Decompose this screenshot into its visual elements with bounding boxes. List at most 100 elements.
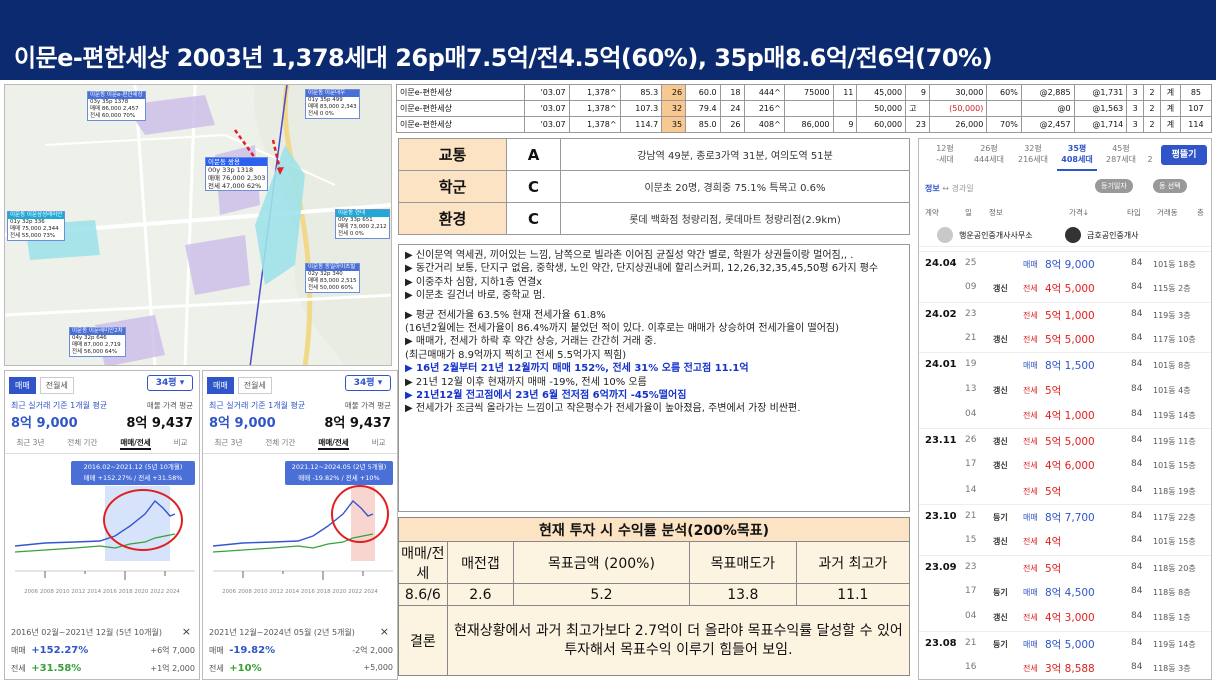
transaction-day: 26 (965, 435, 977, 446)
tab-compare[interactable]: 비교 (174, 437, 188, 450)
note-line: ▶ 이중주차 심함, 지하1층 연결x (405, 276, 543, 288)
transaction-row[interactable]: 23.08 21 등기 매매 8억 5,000 84 119동 14층 (919, 630, 1211, 655)
data-table-cell: @1,714 (1073, 116, 1128, 133)
tab-all-period[interactable]: 전체 기간 (67, 437, 97, 450)
transaction-type: 매매 (1023, 361, 1038, 371)
transaction-row[interactable]: 17 등기 매매 8억 4,500 84 118동 8층 (919, 580, 1211, 604)
transaction-day: 23 (965, 308, 977, 319)
note-line-highlight: ▶ 16년 2월부터 21년 12월까지 매매 152%, 전세 31% 오름 … (405, 363, 749, 375)
transaction-price: 8억 5,000 (1045, 638, 1095, 651)
size-tab[interactable]: 32평 216세대 (1013, 143, 1053, 171)
data-table-cell: 45,000 (856, 84, 907, 101)
tab-sale-rent[interactable]: 매매/전세 (120, 437, 151, 450)
area-map[interactable]: 이문동 이문e-편한세상 03y 35p 1378 매매 86,000 2,45… (4, 84, 392, 366)
tab-compare[interactable]: 비교 (372, 437, 386, 450)
map-label-raemian[interactable]: 이문동 이문삼성래미안 01y 32p 336 매매 75,000 2,344 … (7, 211, 66, 241)
transaction-type: 전세 (1023, 537, 1038, 547)
transaction-area: 84 (1131, 535, 1143, 546)
analysis-value: 2.6 (446, 583, 515, 606)
transaction-row[interactable]: 04 갱신 전세 4억 3,000 84 118동 1층 (919, 605, 1211, 629)
size-tab[interactable]: 12평 -세대 (925, 143, 965, 171)
size-tab[interactable]: 26평 444세대 (969, 143, 1009, 171)
transaction-floor: 101동 15층 (1153, 537, 1196, 547)
map-label-hyundai[interactable]: 이문동 현대 00y 33p 651 매매 73,000 2,212 전세 0 … (335, 209, 390, 239)
range-text: 2016년 02월~2021년 12월 (5년 10개월) (11, 628, 162, 637)
transaction-row[interactable]: 23.11 26 갱신 전세 5억 5,000 84 119동 11층 (919, 428, 1211, 452)
pyeong-button[interactable]: 평뜰기 (1161, 145, 1207, 165)
transaction-row[interactable]: 16 전세 3억 8,588 84 118동 3층 (919, 656, 1211, 679)
transaction-type: 매매 (1023, 639, 1038, 649)
transaction-row[interactable]: 04 전세 4억 1,000 84 119동 14층 (919, 403, 1211, 427)
transaction-area: 84 (1131, 511, 1143, 521)
transaction-row[interactable]: 21 갱신 전세 5억 5,000 84 117동 10층 (919, 327, 1211, 351)
transaction-row[interactable]: 15 갱신 전세 4억 84 101동 15층 (919, 529, 1211, 553)
conclusion-text: 현재상황에서 과거 최고가보다 2.7억이 더 올라야 목표수익률 달성할 수 … (446, 605, 911, 676)
transaction-row[interactable]: 14 전세 5억 84 118동 19층 (919, 479, 1211, 503)
transaction-row[interactable]: 23.09 23 전세 5억 84 118동 20층 (919, 554, 1211, 579)
transaction-type: 매매 (1023, 587, 1038, 597)
map-label-daewoo[interactable]: 이문동 이문대우 01y 35p 499 매매 83,000 2,343 전세 … (305, 89, 360, 119)
tab-rent[interactable]: 전월세 (237, 377, 272, 394)
transaction-row[interactable]: 09 갱신 전세 4억 5,000 84 115동 2층 (919, 276, 1211, 300)
transaction-floor: 118동 20층 (1153, 563, 1196, 573)
data-table-cell: 3 (1126, 100, 1145, 117)
transaction-price: 8억 9,000 (1045, 259, 1095, 271)
transaction-day: 21 (965, 511, 977, 521)
transaction-area: 84 (1131, 585, 1143, 596)
size-select[interactable]: 34평 ▾ (147, 375, 193, 391)
data-table-cell: 85.0 (685, 116, 721, 133)
data-table-cell: @2,885 (1020, 84, 1075, 101)
avg-label: 최근 실거래 기준 1개월 평균 (209, 401, 306, 410)
transaction-row[interactable]: 24.02 23 전세 5억 1,000 84 119동 3층 (919, 301, 1211, 326)
data-table-cell: '03.07 (524, 84, 570, 101)
size-select[interactable]: 34평 ▾ (345, 375, 391, 391)
data-table-cell: 2 (1143, 116, 1161, 133)
info-toggle[interactable]: 정보 ↔ 경과일 (925, 183, 974, 194)
tab-recent-3y[interactable]: 최근 3년 (215, 437, 243, 450)
data-table-cell: @1,731 (1073, 84, 1128, 101)
transaction-area: 84 (1131, 561, 1143, 572)
size-tab[interactable]: 45평 287세대 (1101, 143, 1141, 171)
transaction-floor: 119동 14층 (1153, 639, 1196, 649)
tab-all-period[interactable]: 전체 기간 (265, 437, 295, 450)
transaction-day: 21 (965, 332, 977, 343)
tab-recent-3y[interactable]: 최근 3년 (17, 437, 45, 450)
transaction-area: 84 (1131, 282, 1143, 293)
transaction-price: 4억 (1045, 536, 1062, 549)
size-tab-more[interactable]: 2 (1145, 143, 1155, 171)
transaction-row[interactable]: 24.01 19 매매 8억 1,500 84 101동 8층 (919, 352, 1211, 376)
data-table-row: 이문e-편한세상 '03.07 1,378^ 85.3 26 60.0 18 444^ 7500… (396, 84, 1213, 101)
transaction-row[interactable]: 13 갱신 전세 5억 84 101동 4층 (919, 378, 1211, 402)
transaction-kind: 갱신 (993, 437, 1008, 447)
data-table-cell: 9 (905, 84, 930, 101)
transaction-price: 5억 5,000 (1045, 333, 1095, 346)
data-table-cell: 3 (1126, 84, 1145, 101)
map-label-dongil[interactable]: 이문동 동일하이츠빌 02y 32p 340 매매 83,000 2,515 전… (305, 263, 360, 293)
transaction-ym: 24.04 (925, 258, 957, 269)
data-table-row: 이문e-편한세상 '03.07 1,378^ 114.7 35 85.0 26 408^ 86,… (396, 116, 1213, 133)
map-label-ssangyong[interactable]: 이문동 쌍용 00y 33p 1318 매매 76,000 2,303 전세 4… (205, 157, 269, 191)
apartment-data-table: 이문e-편한세상 '03.07 1,378^ 85.3 26 60.0 18 444^ 7500… (396, 84, 1213, 133)
tab-rent[interactable]: 전월세 (39, 377, 74, 394)
map-label-raemian2[interactable]: 이문동 이문래미안2차 04y 32p 646 매매 87,000 2,719 … (69, 327, 126, 357)
map-label-emart[interactable]: 이문동 이문e-편한세상 03y 35p 1378 매매 86,000 2,45… (87, 91, 146, 121)
transaction-row[interactable]: 17 갱신 전세 4억 6,000 84 101동 15층 (919, 453, 1211, 477)
ask-value: 8억 9,437 (324, 416, 391, 431)
data-table-cell: 2 (1143, 100, 1161, 117)
agent-name[interactable]: 금호공인중개사 (1087, 230, 1139, 241)
tab-sale[interactable]: 매매 (207, 377, 234, 394)
data-table-cell: 3 (1126, 116, 1145, 133)
size-tab-active[interactable]: 35평 408세대 (1057, 143, 1097, 171)
close-icon[interactable]: × (182, 625, 191, 638)
tab-sale-rent[interactable]: 매매/전세 (318, 437, 349, 450)
transaction-row[interactable]: 24.04 25 매매 8억 9,000 84 101동 18층 (919, 251, 1211, 275)
year-axis: 2006 2008 2010 2012 2014 2016 2018 2020 … (24, 589, 180, 595)
agent-name[interactable]: 행운공인중개사사무소 (959, 230, 1033, 241)
transaction-area: 84 (1131, 661, 1143, 672)
close-icon[interactable]: × (380, 625, 389, 638)
tab-sale[interactable]: 매매 (9, 377, 36, 394)
transaction-row[interactable]: 23.10 21 등기 매매 8억 7,700 84 117동 22층 (919, 504, 1211, 528)
transaction-type: 전세 (1023, 563, 1038, 573)
building-select-pill[interactable]: 동 선택 (1153, 179, 1187, 193)
registry-date-pill[interactable]: 등기일자 (1095, 179, 1133, 193)
